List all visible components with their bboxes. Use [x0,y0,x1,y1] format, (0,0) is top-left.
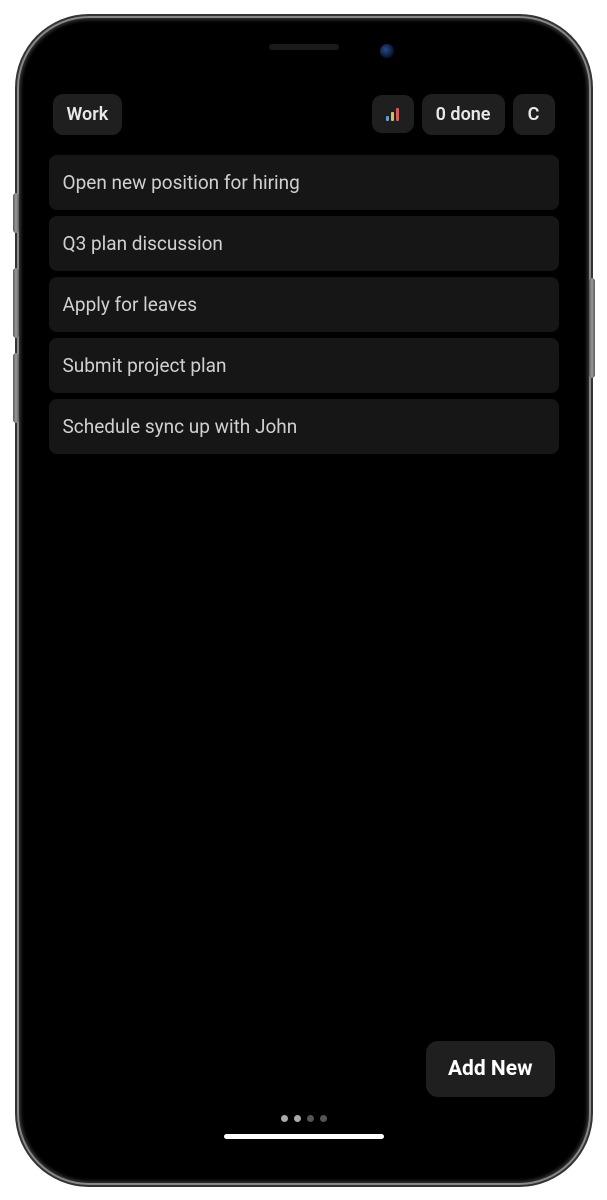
clear-button[interactable]: C [513,94,555,135]
screen: Work 0 done C Open new position for hiri… [35,34,573,1167]
task-item[interactable]: Schedule sync up with John [49,399,559,454]
done-count-button[interactable]: 0 done [422,94,505,135]
task-item[interactable]: Q3 plan discussion [49,216,559,271]
add-new-button[interactable]: Add New [426,1041,555,1097]
page-dot [307,1115,314,1122]
bar-chart-icon [386,107,399,121]
page-dot [281,1115,288,1122]
page-indicator[interactable] [281,1115,327,1122]
power-button [589,278,595,378]
page-dot [294,1115,301,1122]
home-indicator[interactable] [224,1134,384,1139]
speaker [269,44,339,50]
front-camera [380,44,394,58]
page-dot [320,1115,327,1122]
list-selector-button[interactable]: Work [53,94,123,135]
task-item[interactable]: Apply for leaves [49,277,559,332]
stats-button[interactable] [372,95,414,133]
task-list: Open new position for hiring Q3 plan dis… [35,153,573,1167]
task-item[interactable]: Open new position for hiring [49,155,559,210]
notch [184,34,424,68]
volume-up-button [13,268,19,338]
bottom-area: Add New [35,1041,573,1139]
mute-switch [13,193,19,233]
phone-frame: Work 0 done C Open new position for hiri… [19,18,589,1183]
volume-down-button [13,353,19,423]
task-item[interactable]: Submit project plan [49,338,559,393]
